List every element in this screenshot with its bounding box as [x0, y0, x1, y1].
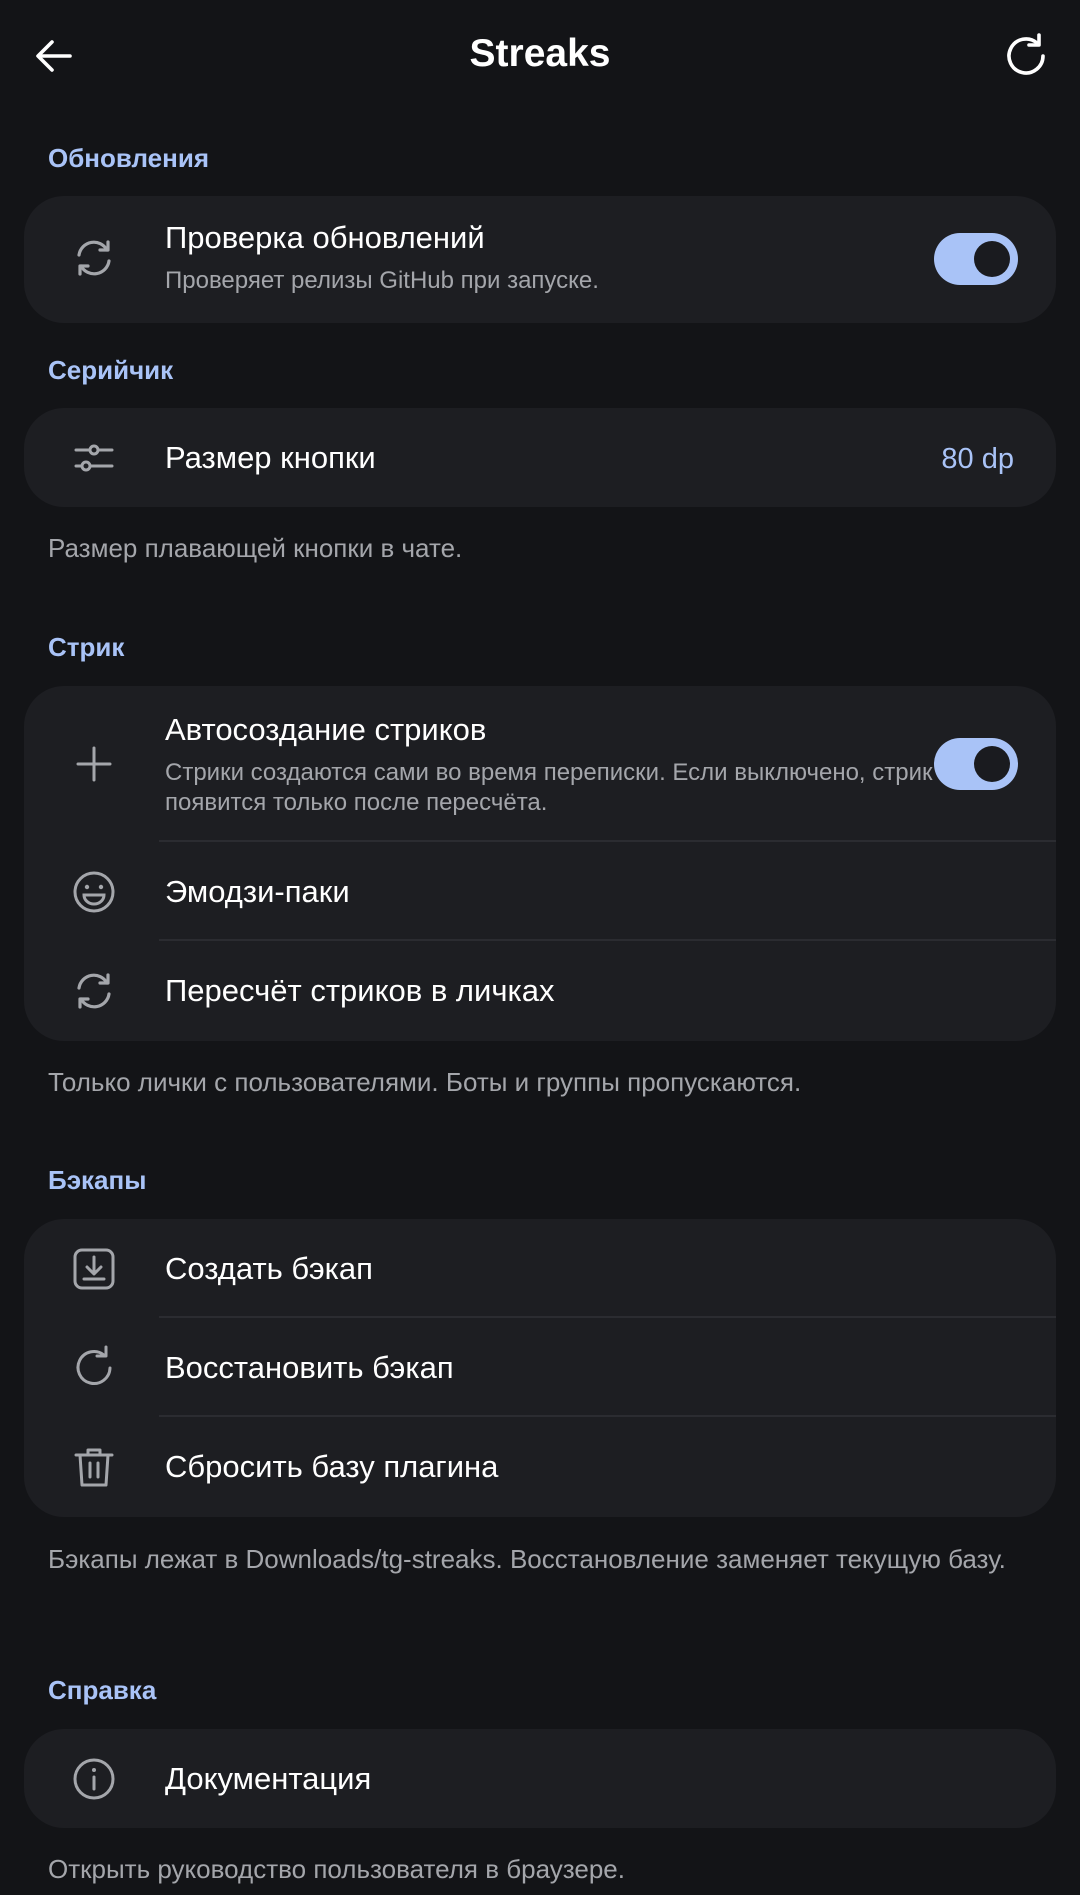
check-updates-toggle[interactable]: [934, 233, 1018, 285]
info-icon: [64, 1749, 124, 1809]
restore-icon: [64, 1338, 124, 1398]
setting-restore-backup[interactable]: Восстановить бэкап: [24, 1318, 1056, 1417]
card-backups: Создать бэкап Восстановить бэкап Сбросит…: [24, 1219, 1056, 1517]
refresh-button[interactable]: [994, 24, 1058, 88]
toggle-knob: [974, 241, 1010, 277]
setting-button-size[interactable]: Размер кнопки 80 dp: [24, 408, 1056, 507]
setting-title: Проверка обновлений: [165, 220, 485, 255]
section-footnote: Только лички с пользователями. Боты и гр…: [48, 1067, 802, 1097]
setting-title: Сбросить базу плагина: [165, 1449, 499, 1484]
section-footnote: Размер плавающей кнопки в чате.: [48, 533, 463, 563]
setting-title: Размер кнопки: [165, 440, 376, 475]
setting-subtitle: Проверяет релизы GitHub при запуске.: [165, 267, 599, 294]
plus-icon: [64, 734, 124, 794]
setting-emoji-packs[interactable]: Эмодзи-паки: [24, 842, 1056, 941]
setting-create-backup[interactable]: Создать бэкап: [24, 1219, 1056, 1318]
section-header-help: Справка: [48, 1675, 157, 1705]
setting-subtitle: Стрики создаются сами во время переписки…: [165, 759, 933, 816]
setting-title: Пересчёт стриков в личках: [165, 973, 555, 1008]
section-footnote: Бэкапы лежат в Downloads/tg-streaks. Вос…: [48, 1544, 1006, 1574]
setting-title: Создать бэкап: [165, 1251, 373, 1286]
card-help: Документация: [24, 1729, 1056, 1828]
sync-icon: [64, 228, 124, 288]
button-size-value: 80 dp: [941, 443, 1014, 475]
setting-title: Автосоздание стриков: [165, 712, 487, 747]
sync-icon: [64, 961, 124, 1021]
setting-reset-plugin-db[interactable]: Сбросить базу плагина: [24, 1417, 1056, 1517]
smiley-icon: [64, 862, 124, 922]
setting-title: Эмодзи-паки: [165, 874, 350, 909]
setting-documentation[interactable]: Документация: [24, 1729, 1056, 1828]
card-serial: Размер кнопки 80 dp: [24, 408, 1056, 507]
setting-auto-create-streaks[interactable]: Автосоздание стриков Стрики создаются са…: [24, 686, 1056, 842]
setting-title: Восстановить бэкап: [165, 1350, 454, 1385]
refresh-icon: [1007, 33, 1045, 75]
section-header-serial: Серийчик: [48, 355, 174, 385]
app-bar: Streaks: [0, 0, 1080, 110]
auto-create-toggle[interactable]: [934, 738, 1018, 790]
setting-check-updates[interactable]: Проверка обновлений Проверяет релизы Git…: [24, 196, 1056, 323]
section-header-streak: Стрик: [48, 632, 125, 662]
setting-title: Документация: [165, 1761, 372, 1796]
download-icon: [64, 1239, 124, 1299]
page-title: Streaks: [469, 32, 611, 75]
card-streak: Автосоздание стриков Стрики создаются са…: [24, 686, 1056, 1041]
section-header-backups: Бэкапы: [48, 1165, 147, 1195]
section-footnote: Открыть руководство пользователя в брауз…: [48, 1854, 625, 1884]
toggle-knob: [974, 746, 1010, 782]
trash-icon: [64, 1437, 124, 1497]
section-header-updates: Обновления: [48, 143, 210, 173]
card-updates: Проверка обновлений Проверяет релизы Git…: [24, 196, 1056, 323]
setting-recalculate-streaks[interactable]: Пересчёт стриков в личках: [24, 941, 1056, 1041]
sliders-icon: [64, 428, 124, 488]
